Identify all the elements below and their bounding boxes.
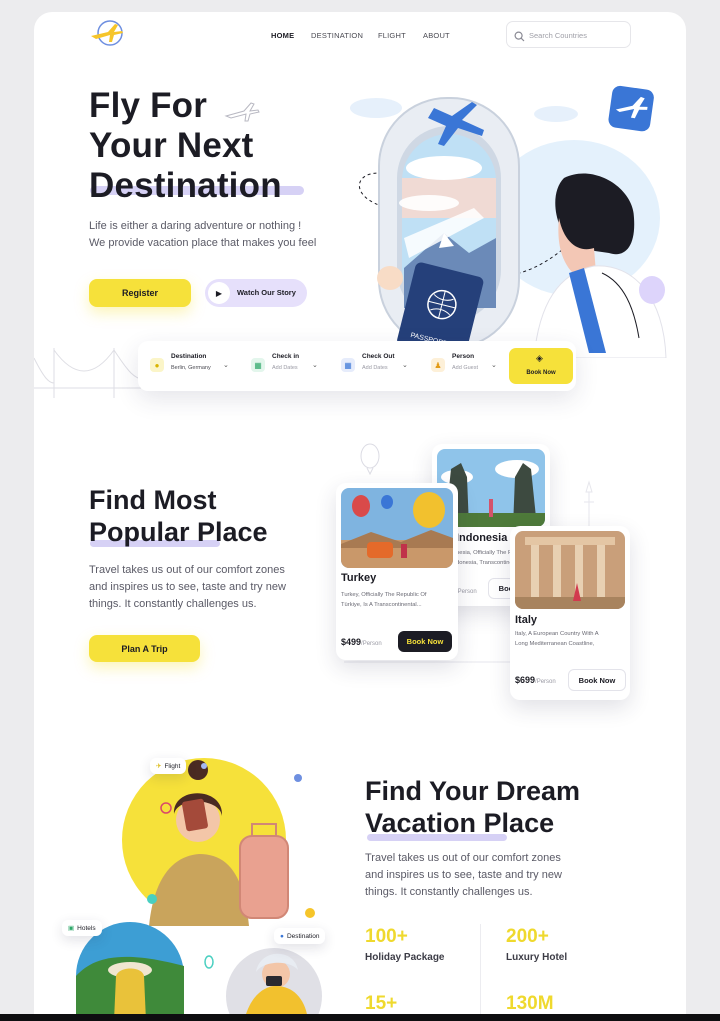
hero-title-line-1: Fly For xyxy=(89,86,208,125)
book-now-label: Book Now xyxy=(526,370,556,376)
plan-trip-button[interactable]: Plan A Trip xyxy=(89,635,200,662)
location-pin-icon: ● xyxy=(150,358,164,372)
register-button[interactable]: Register xyxy=(89,279,191,307)
per-person-label: /Person xyxy=(361,641,382,647)
hero-illustration: PASSPORT xyxy=(350,85,667,358)
card-desc-line-1: Italy, A European Country With A xyxy=(515,631,599,637)
person-field[interactable]: ♟ Person Add Guest ⌄ xyxy=(431,349,499,383)
checkin-label: Check in xyxy=(272,353,300,360)
watch-story-button[interactable]: ▶ Watch Our Story xyxy=(205,279,307,307)
destination-label: Destination xyxy=(171,353,207,360)
calendar-icon: ▦ xyxy=(251,358,265,372)
play-icon: ▶ xyxy=(208,282,230,304)
nav-about[interactable]: ABOUT xyxy=(423,31,450,40)
hotel-icon: ▣ xyxy=(68,925,75,932)
popular-desc-line-3: things. It constantly challenges us. xyxy=(89,598,257,610)
nav-flight[interactable]: FLIGHT xyxy=(378,31,406,40)
dream-desc-line-3: things. It constantly challenges us. xyxy=(365,886,533,898)
stat-label: Holiday Package xyxy=(365,952,445,963)
stat-value: 100+ xyxy=(365,926,408,947)
destination-card-turkey[interactable]: Turkey Turkey, Officially The Republic O… xyxy=(336,483,458,660)
logo-plane-icon[interactable] xyxy=(88,18,126,48)
watch-story-label: Watch Our Story xyxy=(237,288,296,297)
card-title: Italy xyxy=(515,614,538,626)
dream-title-line-1: Find Your Dream xyxy=(365,776,581,806)
card-title: Turkey xyxy=(341,572,377,584)
italy-photo xyxy=(515,531,625,609)
hotels-chip-label: Hotels xyxy=(77,924,96,932)
small-plane-sketch-icon xyxy=(222,100,262,131)
checkout-placeholder: Add Dates xyxy=(362,365,388,371)
checkin-placeholder: Add Dates xyxy=(272,365,298,371)
travellers-collage xyxy=(76,758,322,1021)
book-now-button[interactable]: ◈ Book Now xyxy=(509,348,573,384)
ticket-icon: ✈ xyxy=(156,763,162,770)
popular-desc-line-2: and inspires us to see, taste and try ne… xyxy=(89,581,286,593)
destination-field[interactable]: ● Destination Berlin, Germany ⌄ xyxy=(150,349,232,383)
book-now-button[interactable]: Book Now xyxy=(568,669,626,691)
hero-title-line-3: Destination xyxy=(89,166,282,205)
person-placeholder: Add Guest xyxy=(452,365,478,371)
card-price: $699/Person xyxy=(515,675,556,685)
chevron-down-icon[interactable]: ⌄ xyxy=(491,361,497,369)
flight-chip-label: Flight xyxy=(164,762,181,770)
bridge-sketch xyxy=(34,348,144,398)
card-desc-line-2: Türkiye, Is A Transcontinental... xyxy=(341,602,422,608)
landing-page: HOME DESTINATION FLIGHT ABOUT Fly For Yo… xyxy=(34,12,686,1021)
dream-desc-line-1: Travel takes us out of our comfort zones xyxy=(365,852,561,864)
nav-destination[interactable]: DESTINATION xyxy=(311,31,363,40)
plan-trip-label: Plan A Trip xyxy=(121,643,168,654)
stat-label: Luxury Hotel xyxy=(506,952,568,963)
booking-bar: ● Destination Berlin, Germany ⌄ ▦ Check … xyxy=(138,341,576,391)
stat-value: 130M xyxy=(506,993,554,1014)
per-person-label: /Person xyxy=(456,589,477,595)
search-icon xyxy=(514,29,525,47)
stat-value: 15+ xyxy=(365,993,398,1014)
hero-title-line-2: Your Next xyxy=(89,126,254,165)
per-person-label: /Person xyxy=(535,679,556,685)
popular-desc-line-1: Travel takes us out of our comfort zones xyxy=(89,564,285,576)
person-label: Person xyxy=(452,353,475,360)
destination-chip-label: Destination xyxy=(286,932,320,940)
ticket-icon: ◈ xyxy=(536,353,543,363)
stat-value: 200+ xyxy=(506,926,549,947)
calendar-icon: ▦ xyxy=(341,358,355,372)
popular-title-line-2: Popular Place xyxy=(89,517,268,547)
card-desc-line-2: Long Mediterranean Coastline, xyxy=(515,641,595,647)
destination-chip[interactable]: ● Destination xyxy=(274,928,326,944)
person-icon: ♟ xyxy=(431,358,445,372)
checkin-field[interactable]: ▦ Check in Add Dates ⌄ xyxy=(251,349,323,383)
chevron-down-icon[interactable]: ⌄ xyxy=(312,361,318,369)
destination-card-italy[interactable]: Italy Italy, A European Country With A L… xyxy=(510,526,630,700)
hero-desc-line-1: Life is either a daring adventure or not… xyxy=(89,220,302,232)
popular-title-line-1: Find Most xyxy=(89,485,217,515)
card-desc-line-1: Turkey, Officially The Republic Of xyxy=(341,592,427,598)
destination-value: Berlin, Germany xyxy=(171,365,211,371)
checkout-field[interactable]: ▦ Check Out Add Dates ⌄ xyxy=(341,349,413,383)
chevron-down-icon[interactable]: ⌄ xyxy=(223,361,229,369)
nav-home[interactable]: HOME xyxy=(271,31,294,40)
card-price: $499/Person xyxy=(341,637,382,647)
screen-bottom-edge xyxy=(0,1014,720,1021)
card-price: /Person xyxy=(456,585,477,595)
search-box[interactable] xyxy=(506,21,631,48)
stats-divider xyxy=(480,924,481,1021)
location-pin-icon: ● xyxy=(280,932,284,940)
search-input[interactable] xyxy=(529,27,625,43)
register-label: Register xyxy=(121,288,158,298)
card-title: Indonesia xyxy=(456,532,508,544)
dream-desc-line-2: and inspires us to see, taste and try ne… xyxy=(365,869,562,881)
hero-desc-line-2: We provide vacation place that makes you… xyxy=(89,237,317,249)
dream-title-line-2: Vacation Place xyxy=(365,808,555,838)
book-now-button[interactable]: Book Now xyxy=(398,631,452,652)
turkey-photo xyxy=(341,488,453,568)
flight-chip[interactable]: ✈ Flight xyxy=(150,758,187,774)
checkout-label: Check Out xyxy=(362,353,395,360)
chevron-down-icon[interactable]: ⌄ xyxy=(402,361,408,369)
hotels-chip[interactable]: ▣ Hotels xyxy=(62,920,102,936)
